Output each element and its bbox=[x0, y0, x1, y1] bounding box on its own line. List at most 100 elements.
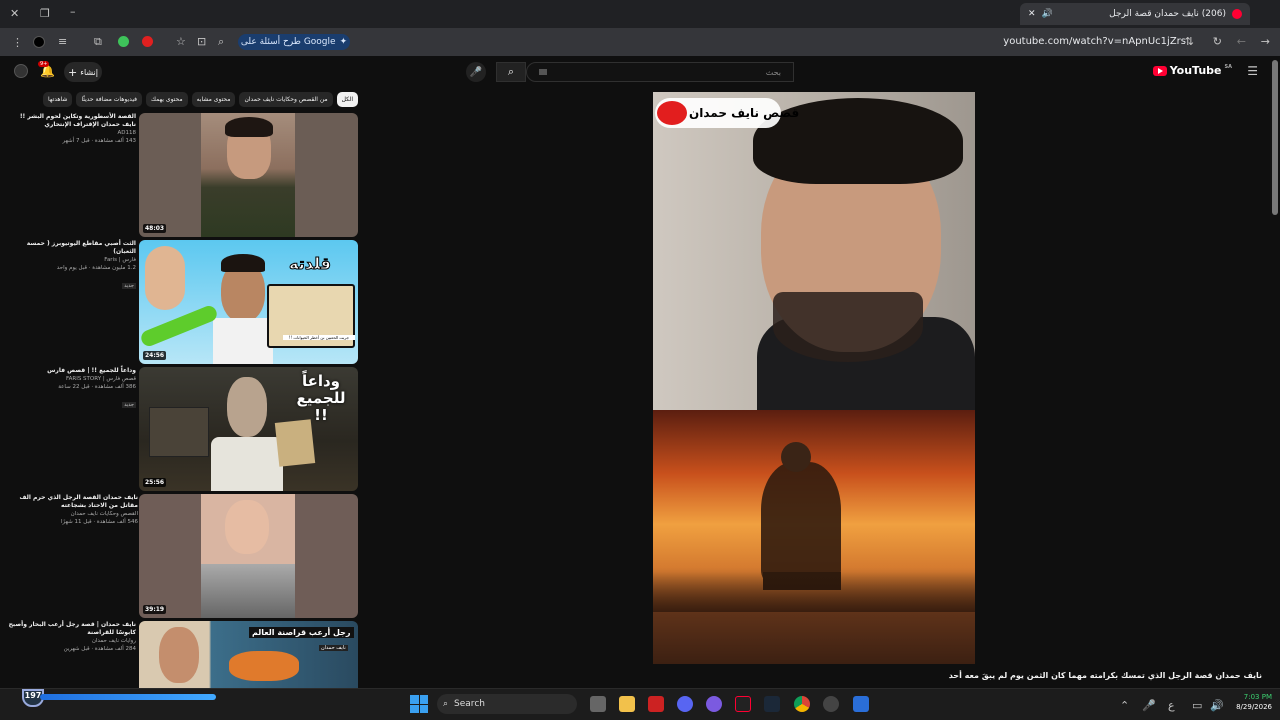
tab-close-icon[interactable]: ✕ bbox=[1028, 9, 1036, 19]
country-code: SA bbox=[1224, 64, 1232, 70]
tab-audio-icon[interactable]: 🔊 bbox=[1042, 9, 1053, 19]
clock[interactable]: 7:03 PM 8/29/2026 bbox=[1226, 692, 1272, 712]
profile-avatar[interactable] bbox=[33, 36, 45, 48]
chip-watched[interactable]: شاهدتها bbox=[43, 92, 73, 107]
list-item[interactable]: رجل أرعب قراصنة العالم نايف حمدان نايف ح… bbox=[0, 621, 360, 688]
video-title[interactable]: الثت أصبي مقاطع اليوتيوبرز ( حمسة الثعبا… bbox=[6, 240, 136, 256]
menu-dots-icon[interactable]: ⋮ bbox=[12, 37, 23, 48]
language-indicator[interactable]: ع bbox=[1168, 700, 1175, 711]
video-thumbnail[interactable]: وداعاً للجميع !! 25:56 bbox=[139, 367, 358, 491]
video-meta: نايف حمدان | قصة رجل أرعب البحار وأصبح ك… bbox=[6, 621, 136, 653]
chrome-icon[interactable] bbox=[794, 696, 810, 712]
list-item[interactable]: وداعاً للجميع !! 25:56 وداعاً للجميع !! … bbox=[0, 367, 360, 491]
watermark-text: قصص نايف حمدان bbox=[689, 106, 800, 120]
video-title[interactable]: القصة الأسطورية وتكاين لحوم البشر !! ناي… bbox=[6, 113, 136, 129]
ask-google-button[interactable]: طرح أسئلة على Google ✦ bbox=[238, 34, 350, 50]
tune-icon[interactable]: ⇅ bbox=[1185, 36, 1194, 47]
tiktok-icon[interactable] bbox=[735, 696, 751, 712]
minimize-icon[interactable]: – bbox=[70, 6, 76, 17]
chip-for-you[interactable]: محتوى يهمك bbox=[146, 92, 188, 107]
lens-search-icon[interactable]: ⌕ bbox=[218, 36, 224, 47]
page-scrollbar[interactable] bbox=[1272, 60, 1278, 215]
channel-name[interactable]: فارس | Faris bbox=[6, 256, 136, 264]
taskbar-search[interactable]: ⌕ Search bbox=[437, 694, 577, 714]
discord-icon[interactable] bbox=[677, 696, 693, 712]
channel-name[interactable]: AD118 bbox=[6, 129, 137, 137]
reload-icon[interactable]: ↻ bbox=[1213, 36, 1222, 47]
browser-tab-bar: ✕ ❐ – + (206) نايف حمدان قصة الرجل 🔊 ✕ bbox=[0, 0, 1280, 28]
back-icon[interactable]: → bbox=[1261, 36, 1270, 47]
video-thumbnail[interactable]: 39:19 bbox=[139, 494, 358, 618]
settings-icon[interactable] bbox=[823, 696, 839, 712]
search-icon: ⌕ bbox=[507, 65, 515, 78]
monitor-icon[interactable]: ▭ bbox=[1192, 700, 1202, 711]
active-tab[interactable]: (206) نايف حمدان قصة الرجل 🔊 ✕ bbox=[1020, 3, 1250, 25]
video-title[interactable]: نايف حمدان القصة الرجل الذي حرم الف مقات… bbox=[3, 494, 138, 510]
chip-similar[interactable]: محتوى مشابه bbox=[191, 92, 236, 107]
date-text: 8/29/2026 bbox=[1236, 703, 1272, 711]
video-title[interactable]: نايف حمدان | قصة رجل أرعب البحار وأصبح ك… bbox=[6, 621, 136, 637]
keyboard-icon[interactable] bbox=[539, 69, 547, 75]
close-window-icon[interactable]: ✕ bbox=[10, 8, 19, 19]
list-item[interactable]: قلدته جربت الحعبين بن أخطر الحيوانات !! … bbox=[0, 240, 360, 364]
video-stats: 386 ألف مشاهدة · قبل 22 ساعة bbox=[58, 384, 136, 390]
start-button[interactable] bbox=[410, 695, 428, 713]
search-button[interactable]: ⌕ bbox=[496, 62, 526, 82]
taskbar-search-label: Search bbox=[454, 699, 485, 709]
search-icon: ⌕ bbox=[443, 699, 449, 709]
chip-all[interactable]: الكل bbox=[336, 92, 358, 107]
list-item[interactable]: 39:19 نايف حمدان القصة الرجل الذي حرم ال… bbox=[0, 494, 360, 618]
youtube-watermark-icon bbox=[657, 101, 687, 125]
voice-search-button[interactable]: 🎤 bbox=[466, 62, 486, 82]
video-stats: 1.2 مليون مشاهدة · قبل يوم واحد bbox=[56, 265, 136, 271]
reading-list-icon[interactable]: ≡ bbox=[58, 36, 67, 47]
tray-arrow-icon[interactable]: ⌃ bbox=[1120, 700, 1129, 711]
install-app-icon[interactable]: ⊡ bbox=[197, 36, 206, 47]
youtube-logo[interactable]: YouTube SA bbox=[1152, 64, 1232, 77]
app-circle-icon[interactable] bbox=[706, 696, 722, 712]
chip-recently-uploaded[interactable]: فيديوهات مضافة حديثًا bbox=[76, 92, 143, 107]
forward-icon[interactable]: ← bbox=[1237, 36, 1246, 47]
account-avatar[interactable] bbox=[14, 64, 28, 78]
video-meta: القصة الأسطورية وتكاين لحوم البشر !! ناي… bbox=[6, 113, 136, 145]
create-button[interactable]: + إنشاء bbox=[64, 62, 102, 82]
volume-icon[interactable]: 🔊 bbox=[1210, 700, 1224, 711]
channel-name[interactable]: روايات نايف حمدان bbox=[6, 637, 136, 645]
mic-icon: 🎤 bbox=[469, 66, 483, 78]
search-input[interactable]: بحث bbox=[526, 62, 794, 82]
extension-green-icon[interactable] bbox=[118, 36, 129, 47]
video-stats: 284 ألف مشاهدة · قبل شهرين bbox=[63, 646, 136, 652]
thumbnail-text: وداعاً للجميع !! bbox=[296, 372, 346, 424]
task-view-icon[interactable] bbox=[590, 696, 606, 712]
progress-bar bbox=[40, 694, 216, 700]
file-explorer-icon[interactable] bbox=[619, 696, 635, 712]
thumbnail-text: رجل أرعب قراصنة العالم bbox=[249, 627, 354, 638]
channel-name[interactable]: قصص فارس | FARIS STORY bbox=[6, 375, 136, 383]
duration-badge: 48:03 bbox=[143, 224, 167, 233]
video-title-main: نايف حمدان قصة الرجل الذي تمسك بكرامته م… bbox=[948, 671, 1262, 680]
taskbar bbox=[0, 688, 1280, 720]
sparkle-icon: ✦ bbox=[339, 37, 348, 47]
mic-tray-icon[interactable]: 🎤 bbox=[1142, 700, 1156, 711]
hamburger-menu-icon[interactable]: ☰ bbox=[1247, 65, 1258, 77]
video-title[interactable]: وداعاً للجميع !! | قصص فارس bbox=[6, 367, 136, 375]
video-thumbnail[interactable]: 48:03 bbox=[139, 113, 358, 237]
video-player[interactable]: قصص نايف حمدان bbox=[653, 92, 975, 664]
list-item[interactable]: 48:03 القصة الأسطورية وتكاين لحوم البشر … bbox=[0, 113, 360, 237]
chip-from-channel[interactable]: من القصص وحكايات نايف حمدان bbox=[239, 92, 333, 107]
duration-badge: 24:56 bbox=[143, 351, 167, 360]
bookmark-star-icon[interactable]: ☆ bbox=[176, 36, 186, 47]
shield-icon[interactable] bbox=[853, 696, 869, 712]
maximize-icon[interactable]: ❐ bbox=[40, 8, 50, 19]
url-text[interactable]: youtube.com/watch?v=nApnUc1jZrs bbox=[1003, 36, 1186, 47]
extensions-icon[interactable]: ⧉ bbox=[94, 36, 102, 47]
thumbnail-text: قلدته bbox=[289, 254, 332, 274]
youtube-favicon-icon bbox=[1232, 9, 1242, 19]
plus-icon: + bbox=[67, 65, 78, 79]
steam-icon[interactable] bbox=[764, 696, 780, 712]
video-thumbnail[interactable]: قلدته جربت الحعبين بن أخطر الحيوانات !! … bbox=[139, 240, 358, 364]
channel-name[interactable]: القصص وحكايات نايف حمدان bbox=[3, 510, 138, 518]
extension-red-icon[interactable] bbox=[142, 36, 153, 47]
app-icon[interactable] bbox=[648, 696, 664, 712]
video-thumbnail[interactable]: رجل أرعب قراصنة العالم نايف حمدان bbox=[139, 621, 358, 688]
